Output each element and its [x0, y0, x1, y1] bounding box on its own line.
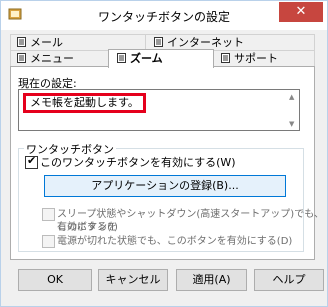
tab-support-label: サポート	[234, 52, 278, 65]
tab-menu[interactable]: メニュー	[10, 50, 110, 67]
cancel-button[interactable]: キャンセル	[98, 269, 168, 291]
title-bar: ワンタッチボタンの設定 ✕	[1, 1, 327, 30]
tab-zoom[interactable]: ズーム	[108, 49, 214, 68]
sleep-shutdown-checkbox[interactable]	[42, 208, 55, 221]
enable-button-label[interactable]: このワンタッチボタンを有効にする(W)	[40, 156, 236, 169]
ok-button[interactable]: OK	[18, 269, 92, 291]
close-button[interactable]: ✕	[279, 2, 323, 22]
tab-support[interactable]: サポート	[212, 50, 315, 67]
onetouch-group-title: ワンタッチボタン	[24, 141, 116, 157]
tab-zoom-label: ズーム	[130, 52, 163, 65]
scroll-down-arrow-icon[interactable]: ▼	[289, 120, 294, 128]
tab-mail[interactable]: メール	[10, 34, 147, 50]
register-application-button[interactable]: アプリケーションの登録(B)...	[44, 175, 286, 197]
document-icon	[221, 53, 230, 63]
power-off-label: 電源が切れた状態でも、このボタンを有効にする(D)	[57, 236, 293, 247]
help-button[interactable]: ヘルプ	[254, 269, 324, 291]
document-icon	[154, 37, 163, 47]
power-off-checkbox[interactable]	[42, 235, 55, 248]
document-icon	[17, 53, 26, 63]
enable-button-checkbox[interactable]: ✔	[25, 154, 38, 169]
scroll-up-arrow-icon[interactable]: ▲	[289, 93, 294, 101]
current-setting-value: メモ帳を起動します。	[23, 93, 146, 113]
checkmark-icon: ✔	[27, 154, 37, 167]
tab-mail-label: メール	[30, 36, 63, 49]
sleep-shutdown-label-line2: 有効にする(I)	[57, 222, 118, 233]
apply-button[interactable]: 適用(A)	[176, 269, 247, 291]
close-icon[interactable]: ✕	[296, 4, 307, 19]
document-icon	[117, 53, 126, 63]
tab-menu-label: メニュー	[30, 52, 74, 65]
tab-internet[interactable]: インターネット	[145, 34, 315, 50]
document-icon	[17, 37, 26, 47]
tab-internet-label: インターネット	[167, 36, 244, 49]
